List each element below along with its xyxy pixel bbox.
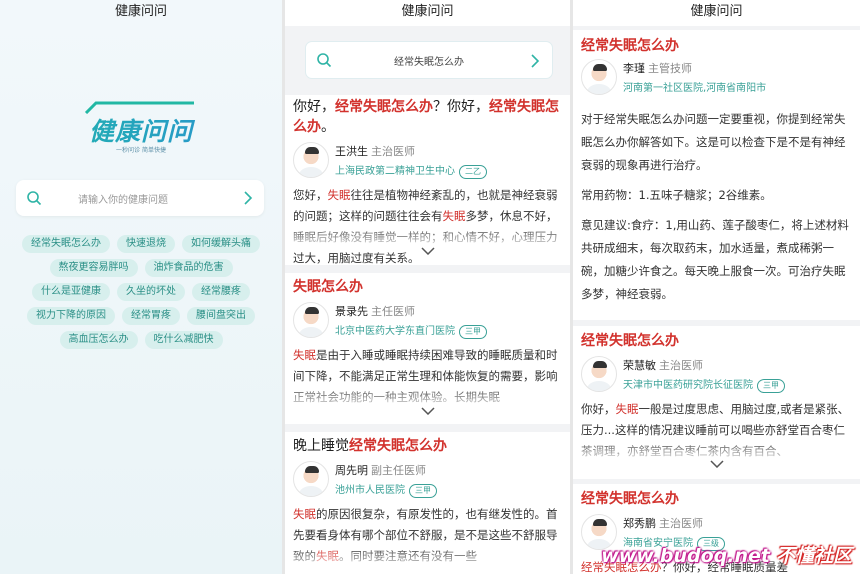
doctor-hospital: 池州市人民医院 三甲 [335, 481, 437, 498]
card-title: 失眠怎么办 [285, 273, 570, 297]
doctor-name: 郑秀鹏 主治医师 [623, 517, 703, 530]
text-fragment: 失眠 [327, 188, 351, 202]
hot-tag[interactable]: 经常胃疼 [122, 307, 180, 325]
doctor-avatar [581, 59, 617, 95]
doctor-avatar [293, 302, 329, 338]
doctor-name: 李瑾 主管技师 [623, 62, 692, 75]
hot-tag[interactable]: 高血压怎么办 [59, 331, 138, 349]
title-fragment: 经常失眠怎么办 [335, 99, 433, 115]
hot-tag[interactable]: 视力下降的原因 [27, 307, 115, 325]
hot-tags: 经常失眠怎么办 快速退烧 如何缓解头痛 熬夜更容易胖吗 油炸食品的危害 什么是亚健康 久坐的… [12, 235, 270, 355]
card-title: 经常失眠怎么办 [581, 333, 679, 349]
hot-tag[interactable]: 如何缓解头痛 [182, 235, 260, 253]
doctor-hospital: 北京中医药大学东直门医院 三甲 [335, 322, 487, 339]
title-fragment: 经常失眠怎么办 [349, 438, 447, 454]
doctor-avatar [581, 356, 617, 392]
search-box[interactable]: 经常失眠怎么办 [305, 41, 553, 79]
search-query[interactable]: 经常失眠怎么办 [306, 53, 552, 68]
card-title: 你好，经常失眠怎么办？你好，经常失眠怎么办。 [285, 95, 570, 137]
hot-tag[interactable]: 腰间盘突出 [187, 307, 255, 325]
search-box[interactable]: 请输入你的健康问题 [16, 180, 264, 216]
doctor-hospital: 天津市中医药研究院长征医院 三甲 [623, 376, 785, 393]
hot-tag[interactable]: 熬夜更容易胖吗 [49, 259, 138, 277]
hot-tag[interactable]: 吃什么减肥快 [144, 331, 223, 349]
title-fragment: 你好， [293, 99, 335, 115]
text-fragment: 你好， [581, 402, 616, 416]
answer-card[interactable]: 你好，经常失眠怎么办？你好，经常失眠怎么办。 王洪生 主治医师 上海民政第二精神卫… [285, 95, 570, 265]
app-title: 健康问问 [573, 0, 860, 26]
logo-text: 健康问问 [0, 112, 282, 148]
doctor-avatar [293, 142, 329, 178]
doctor-name: 王洪生 主治医师 [335, 145, 415, 158]
search-icon [27, 191, 42, 206]
doctor-name: 景录先 主任医师 [335, 305, 415, 318]
chevron-down-icon[interactable] [420, 247, 435, 255]
card-title: 晚上睡觉经常失眠怎么办 [285, 432, 570, 456]
hot-tag[interactable]: 快速退烧 [117, 235, 175, 253]
results-screen: 健康问问 经常失眠怎么办 你好，经常失眠怎么办？你好，经常失眠怎么办。 王洪生主… [285, 0, 570, 574]
detail-title: 经常失眠怎么办 [581, 38, 679, 54]
tag-row: 高血压怎么办 吃什么减肥快 [12, 331, 270, 349]
chevron-right-icon[interactable] [243, 191, 253, 205]
detail-screen: 健康问问 经常失眠怎么办 李瑾 主管技师 河南第一社区医院,河南省南阳市 对于经常… [573, 0, 860, 574]
answer-paragraph: 常用药物：1.五味子糖浆；2谷维素。 [581, 188, 772, 202]
hot-tag[interactable]: 什么是亚健康 [32, 283, 110, 301]
text-fragment: 失眠 [615, 402, 639, 416]
text-fragment: 失眠 [293, 507, 316, 521]
chevron-right-icon[interactable] [530, 54, 540, 68]
doctor-info[interactable]: 景录先 主任医师 北京中医药大学东直门医院 三甲 [293, 301, 570, 341]
tag-row: 视力下降的原因 经常胃疼 腰间盘突出 [12, 307, 270, 325]
answer-paragraph: 对于经常失眠怎么办问题一定要重视，你提到经常失眠怎么办你解答如下。这是可以检查下… [581, 112, 846, 172]
logo-slogan: 一秒问诊 简单快捷 [116, 147, 166, 154]
doctor-hospital: 上海民政第二精神卫生中心 二乙 [335, 162, 487, 179]
chevron-down-icon[interactable] [420, 407, 435, 415]
hot-tag[interactable]: 经常腰疼 [192, 283, 250, 301]
doctor-name: 荣慧敏 主治医师 [623, 359, 703, 372]
related-card[interactable]: 经常失眠怎么办 荣慧敏 主治医师 天津市中医药研究院长征医院 三甲 你好，失眠一般是… [573, 326, 860, 479]
app-title: 健康问问 [285, 0, 570, 26]
title-fragment: 。 [321, 119, 335, 135]
hot-tag[interactable]: 经常失眠怎么办 [22, 235, 110, 253]
answer-paragraph: 意见建议:食疗：1,用山药、莲子酸枣仁，将上述材料共研成细末，每次取药末，加水适… [581, 218, 849, 301]
tag-row: 什么是亚健康 久坐的坏处 经常腰疼 [12, 283, 270, 301]
answer-card[interactable]: 晚上睡觉经常失眠怎么办 周先明 副主任医师 池州市人民医院 三甲 失眠的原因很复杂，… [285, 432, 570, 574]
doctor-avatar [293, 461, 329, 497]
title-fragment: ？你好， [433, 99, 489, 115]
doctor-info[interactable]: 王洪生 主治医师 上海民政第二精神卫生中心 二乙 [293, 141, 570, 181]
hot-tag[interactable]: 久坐的坏处 [117, 283, 185, 301]
hospital-grade-badge: 三甲 [757, 379, 785, 393]
home-screen: 健康问问 健康问问 一秒问诊 简单快捷 请输入你的健康问题 经常失眠怎么办 快速退… [0, 0, 282, 574]
answer-detail: 经常失眠怎么办 李瑾 主管技师 河南第一社区医院,河南省南阳市 对于经常失眠怎么办… [573, 30, 860, 320]
text-fragment: 您好， [293, 188, 328, 202]
site-watermark: www.budoq.net 不懂社区 [601, 545, 852, 567]
tag-row: 熬夜更容易胖吗 油炸食品的危害 [12, 259, 270, 277]
hospital-grade-badge: 二乙 [459, 165, 487, 179]
doctor-info[interactable]: 周先明 副主任医师 池州市人民医院 三甲 [293, 460, 570, 500]
doctor-info[interactable]: 荣慧敏 主治医师 天津市中医药研究院长征医院 三甲 [581, 355, 860, 395]
hot-tag[interactable]: 油炸食品的危害 [144, 259, 233, 277]
hospital-grade-badge: 三甲 [409, 484, 437, 498]
card-title: 经常失眠怎么办 [581, 491, 679, 507]
title-fragment: 失眠怎么办 [293, 279, 363, 295]
doctor-info[interactable]: 李瑾 主管技师 河南第一社区医院,河南省南阳市 [581, 58, 860, 98]
hospital-grade-badge: 三甲 [459, 325, 487, 339]
doctor-name: 周先明 副主任医师 [335, 464, 426, 477]
title-fragment: 晚上睡觉 [293, 438, 349, 454]
answer-text: 对于经常失眠怎么办问题一定要重视，你提到经常失眠怎么办你解答如下。这是可以检查下… [573, 108, 860, 306]
app-title: 健康问问 [114, 4, 167, 19]
chevron-down-icon[interactable] [709, 460, 724, 468]
answer-card[interactable]: 失眠怎么办 景录先 主任医师 北京中医药大学东直门医院 三甲 失眠是由于入睡或睡眠持… [285, 273, 570, 424]
text-fragment: 失眠 [293, 348, 316, 362]
text-fragment: 失眠 [442, 209, 466, 223]
tag-row: 经常失眠怎么办 快速退烧 如何缓解头痛 [12, 235, 270, 253]
doctor-hospital: 河南第一社区医院,河南省南阳市 [623, 83, 767, 94]
search-placeholder[interactable]: 请输入你的健康问题 [78, 191, 168, 206]
